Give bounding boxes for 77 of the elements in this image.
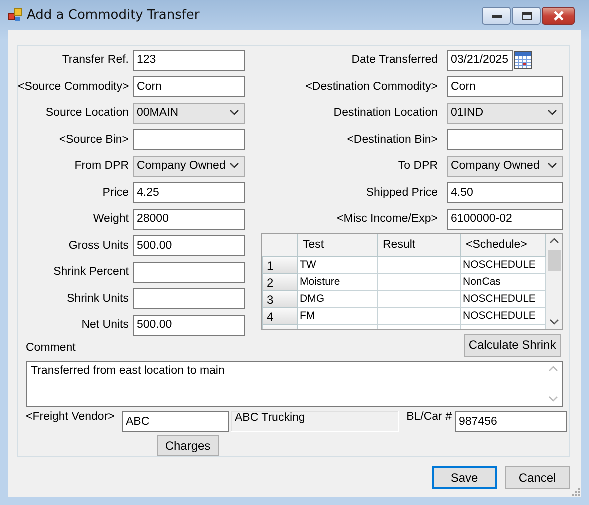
- field-label: To DPR: [397, 160, 438, 172]
- field-label: Net Units: [80, 319, 129, 332]
- input-field[interactable]: 500.00: [133, 235, 245, 256]
- window-title: Add a Commodity Transfer: [27, 8, 200, 22]
- calendar-icon[interactable]: [514, 51, 532, 70]
- input-field[interactable]: 987456: [455, 411, 567, 432]
- chevron-down-icon: [548, 110, 557, 116]
- row-header[interactable]: 3: [262, 290, 298, 308]
- field-label: Destination Location: [332, 107, 438, 120]
- input-field[interactable]: 4.50: [447, 182, 563, 204]
- field-label: Shipped Price: [365, 186, 438, 199]
- field-label: <Misc Income/Exp>: [336, 213, 438, 226]
- input-field[interactable]: 6100000-02: [447, 208, 563, 230]
- input-field[interactable]: [133, 262, 245, 283]
- scroll-thumb[interactable]: [548, 250, 560, 270]
- field-label: Date Transferred: [350, 54, 438, 66]
- dropdown-field[interactable]: Company Owned: [447, 156, 563, 177]
- minimize-button[interactable]: [482, 7, 511, 25]
- charges-button[interactable]: Charges: [157, 435, 219, 456]
- field-label: <Source Bin>: [58, 134, 129, 146]
- dropdown-field[interactable]: 01IND: [447, 102, 563, 124]
- chevron-down-icon: [230, 163, 239, 170]
- window-icon: [8, 8, 22, 22]
- corner-header: [262, 234, 298, 256]
- scroll-down-icon[interactable]: [550, 318, 558, 324]
- field-label: Shrink Percent: [52, 266, 129, 278]
- column-header[interactable]: Result: [378, 234, 461, 256]
- field-label: Source Location: [44, 107, 129, 120]
- field-label: Transfer Ref.: [61, 54, 129, 66]
- maximize-icon: [522, 12, 532, 20]
- scroll-up-icon[interactable]: [550, 238, 558, 244]
- comment-field[interactable]: Transferred from east location to main: [26, 360, 563, 407]
- column-header[interactable]: <Schedule>: [461, 234, 546, 256]
- close-button[interactable]: [542, 7, 575, 25]
- column-header[interactable]: Test: [298, 234, 378, 256]
- maximize-button[interactable]: [512, 7, 541, 25]
- dialog-button[interactable]: Cancel: [505, 466, 570, 489]
- input-field[interactable]: [133, 129, 245, 150]
- vendor-name-field: ABC Trucking: [231, 411, 399, 432]
- row-header[interactable]: 4: [262, 308, 298, 324]
- input-field[interactable]: Corn: [447, 76, 563, 98]
- field-label: <Destination Commodity>: [304, 80, 438, 93]
- field-label: Comment: [25, 340, 77, 356]
- field-label: Gross Units: [68, 240, 129, 252]
- input-field[interactable]: Corn: [133, 76, 245, 98]
- dialog-button[interactable]: Save: [432, 466, 497, 489]
- input-field[interactable]: 500.00: [133, 314, 245, 336]
- field-label: BL/Car #: [406, 411, 452, 423]
- field-label: Price: [102, 186, 129, 199]
- field-label: From DPR: [74, 160, 129, 172]
- scrollbar[interactable]: [546, 234, 562, 328]
- table-cell: Moisture: [298, 274, 378, 290]
- chevron-down-icon: [230, 110, 239, 116]
- input-field[interactable]: 123: [133, 50, 245, 71]
- field-label: Shrink Units: [66, 292, 129, 305]
- calculate-shrink-button[interactable]: Calculate Shrink: [464, 334, 561, 356]
- table-cell: FM: [298, 308, 378, 324]
- dropdown-field[interactable]: 00MAIN: [133, 102, 245, 124]
- table-cell: TW: [298, 256, 378, 274]
- close-icon: [552, 11, 564, 21]
- input-field[interactable]: [447, 129, 563, 150]
- field-label: <Freight Vendor>: [26, 411, 116, 423]
- input-field[interactable]: 28000: [133, 208, 245, 230]
- input-field[interactable]: 4.25: [133, 182, 245, 204]
- dropdown-field[interactable]: Company Owned: [133, 156, 245, 177]
- chevron-down-icon: [548, 163, 557, 170]
- input-field[interactable]: ABC: [122, 411, 229, 432]
- minimize-icon: [492, 14, 502, 18]
- row-header[interactable]: 1: [262, 256, 298, 274]
- date-field[interactable]: 03/21/2025: [447, 50, 513, 71]
- input-field[interactable]: [133, 288, 245, 310]
- field-label: <Destination Bin>: [346, 134, 438, 146]
- field-label: <Source Commodity>: [18, 80, 129, 93]
- field-label: Weight: [92, 213, 129, 226]
- table-cell: DMG: [298, 290, 378, 308]
- row-header[interactable]: 2: [262, 274, 298, 290]
- resize-grip-icon[interactable]: [571, 487, 580, 496]
